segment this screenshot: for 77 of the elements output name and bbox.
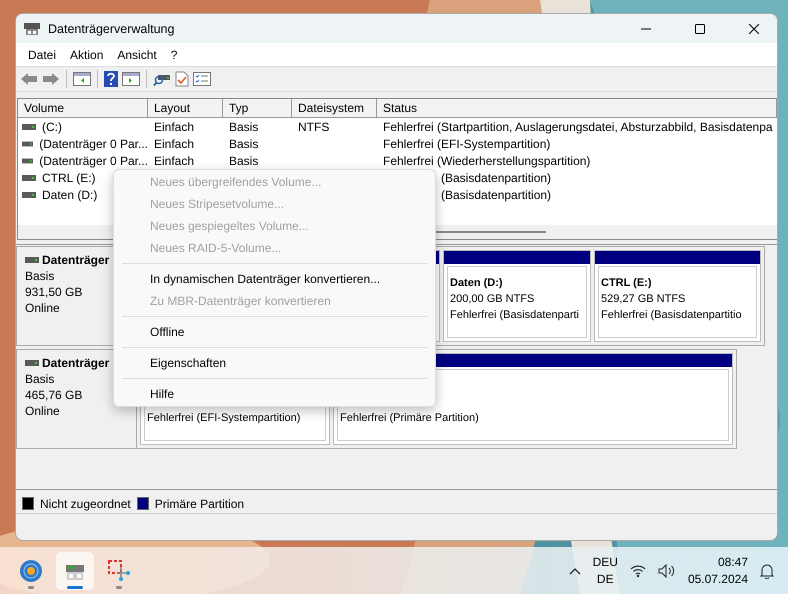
partition-name: Daten (D:) <box>450 276 504 291</box>
table-cell: (Basisdatenpartition) <box>441 188 552 202</box>
keyboard-layout: DE <box>596 570 614 588</box>
volume-name: (Datenträger 0 Par... <box>39 154 148 168</box>
partition-size: 200,00 GB NTFS <box>450 292 536 307</box>
partition[interactable]: CTRL (E:) 529,27 GB NTFS Fehlerfrei (Basisdatenpartitio <box>594 250 761 342</box>
table-cell: Einfach <box>154 120 194 134</box>
column-header[interactable]: Status <box>377 99 777 117</box>
language-indicator[interactable]: DEU DE <box>592 554 618 588</box>
partition-size: 529,27 GB NTFS <box>601 292 686 307</box>
table-cell: Basis <box>229 154 258 168</box>
menu-item[interactable]: ? <box>164 46 184 64</box>
table-cell: Einfach <box>154 136 194 150</box>
legend-label: Nicht zugeordnet <box>40 496 131 510</box>
clock[interactable]: 08:47 05.07.2024 <box>688 554 748 588</box>
disk-name: Datenträger <box>42 252 110 268</box>
back-icon[interactable] <box>20 71 38 87</box>
view-icon[interactable] <box>122 72 140 86</box>
disk-management-icon <box>24 22 40 36</box>
column-header[interactable]: Layout <box>148 99 223 117</box>
window-title: Datenträgerverwaltung <box>48 22 176 36</box>
disk-name: Datenträger <box>42 355 110 371</box>
disk-state: Online <box>25 300 61 316</box>
partition-status: Fehlerfrei (EFI-Systempartition) <box>147 411 302 426</box>
drive-icon <box>22 192 36 198</box>
disk-type: Basis <box>25 371 56 387</box>
partition-name: CTRL (E:) <box>601 276 653 291</box>
table-cell: Basis <box>229 120 258 134</box>
volume-name: CTRL (E:) <box>42 170 96 184</box>
table-cell: (Basisdatenpartition) <box>441 170 552 184</box>
speaker-icon[interactable] <box>658 564 676 578</box>
checklist-icon[interactable] <box>193 72 211 86</box>
table-cell: Fehlerfrei (Wiederherstellungspartition) <box>383 154 590 168</box>
disk-type: Basis <box>25 268 56 284</box>
column-header[interactable]: Typ <box>223 99 292 117</box>
column-header[interactable]: Dateisystem <box>292 99 377 117</box>
drive-icon <box>22 174 36 180</box>
disk-state: Online <box>25 403 61 419</box>
close-icon[interactable] <box>749 24 759 34</box>
table-cell: Fehlerfrei (EFI-Systempartition) <box>383 136 550 150</box>
wifi-icon[interactable] <box>630 564 646 578</box>
help-icon[interactable] <box>104 71 118 87</box>
console-tree-icon[interactable] <box>73 72 91 86</box>
column-header[interactable]: Volume <box>18 99 148 117</box>
disk-size: 931,50 GB <box>25 284 84 300</box>
partition-status: Fehlerfrei (Basisdatenparti <box>450 308 580 323</box>
compass-icon <box>19 558 43 582</box>
volume-name: (Datenträger 0 Par... <box>39 136 148 150</box>
taskbar-app[interactable] <box>56 552 94 590</box>
disk-size: 465,76 GB <box>25 387 84 403</box>
language-code: DEU <box>592 554 618 570</box>
maximize-icon[interactable] <box>695 24 705 34</box>
partition[interactable]: Daten (D:) 200,00 GB NTFS Fehlerfrei (Basisdatenparti <box>443 250 591 342</box>
drive-icon <box>22 158 34 164</box>
drive-icon <box>22 124 36 130</box>
drive-icon <box>22 140 34 146</box>
time: 08:47 <box>718 554 748 570</box>
volume-name: (C:) <box>42 120 62 134</box>
snipping-tool-icon <box>107 558 131 582</box>
chevron-up-icon[interactable] <box>568 566 581 574</box>
menu-item[interactable]: Datei <box>22 46 62 64</box>
menu-item[interactable]: In dynamischen Datenträger konvertieren... <box>114 268 435 290</box>
menu-item[interactable]: Ansicht <box>111 46 163 64</box>
table-cell: Fehlerfrei (Startpartition, Auslagerungsdatei, Absturzabbild, Basisdatenpa <box>383 120 773 134</box>
bell-icon[interactable] <box>760 562 774 578</box>
partition-status: Fehlerfrei (Primäre Partition) <box>340 411 480 426</box>
volume-name: Daten (D:) <box>42 188 98 202</box>
menu-item[interactable]: Aktion <box>64 46 110 64</box>
menu-item[interactable]: Offline <box>114 321 435 343</box>
date: 05.07.2024 <box>688 570 748 588</box>
check-document-icon[interactable] <box>175 71 189 87</box>
table-cell: Einfach <box>154 154 194 168</box>
forward-icon[interactable] <box>42 71 60 87</box>
table-cell: NTFS <box>298 120 330 134</box>
partition-status: Fehlerfrei (Basisdatenpartitio <box>601 308 743 323</box>
legend-label: Primäre Partition <box>154 496 244 510</box>
table-cell: Basis <box>229 136 258 150</box>
